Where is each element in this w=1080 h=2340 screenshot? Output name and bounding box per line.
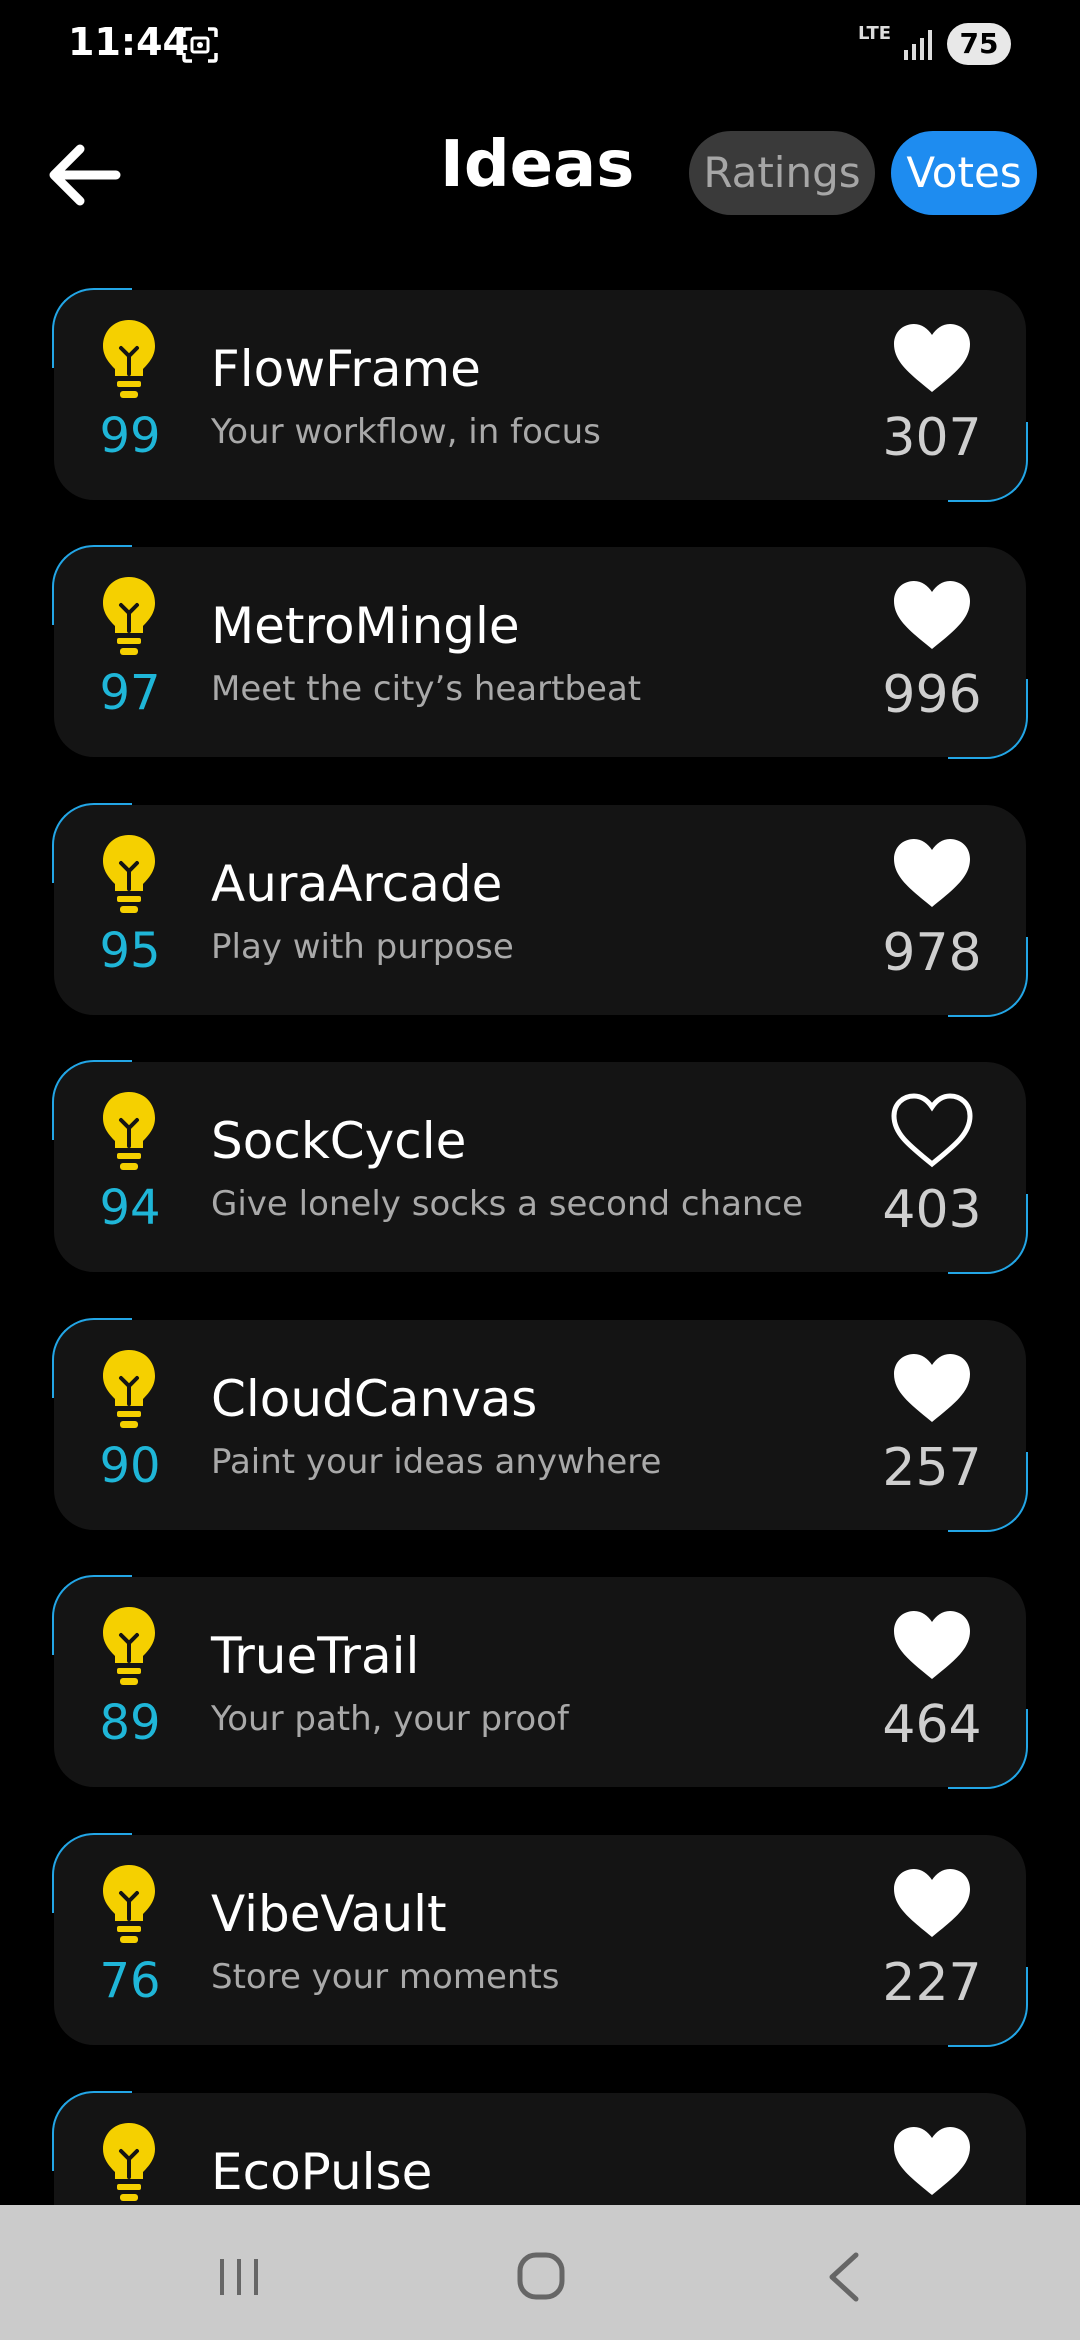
idea-name: VibeVault: [211, 1885, 447, 1943]
lightbulb-icon: [103, 1865, 155, 1943]
idea-tagline: Store your moments: [211, 1957, 560, 1997]
idea-score: 97: [99, 665, 161, 721]
idea-name: MetroMingle: [211, 597, 520, 655]
lightbulb-icon: [103, 320, 155, 398]
heart-icon[interactable]: [890, 1350, 974, 1426]
lightbulb-icon: [103, 1607, 155, 1685]
lightbulb-icon: [103, 2123, 155, 2201]
idea-score: 95: [99, 923, 161, 979]
idea-card[interactable]: 89 TrueTrail Your path, your proof 464: [52, 1575, 1028, 1789]
vote-count: 996: [882, 665, 982, 725]
idea-name: SockCycle: [211, 1112, 467, 1170]
idea-card[interactable]: 95 AuraArcade Play with purpose 978: [52, 803, 1028, 1017]
vote-count: 464: [882, 1695, 982, 1755]
chevron-left-icon[interactable]: [824, 2251, 864, 2303]
idea-tagline: Paint your ideas anywhere: [211, 1442, 662, 1482]
vote-count: 227: [882, 1953, 982, 2013]
idea-tagline: Your workflow, in focus: [211, 412, 601, 452]
idea-name: TrueTrail: [211, 1627, 420, 1685]
idea-name: CloudCanvas: [211, 1370, 538, 1428]
heart-icon[interactable]: [890, 2123, 974, 2199]
idea-card[interactable]: 90 CloudCanvas Paint your ideas anywhere 25…: [52, 1318, 1028, 1532]
idea-tagline: Your path, your proof: [211, 1699, 569, 1739]
idea-card[interactable]: EcoPulse: [52, 2091, 1026, 2205]
heart-icon[interactable]: [890, 1607, 974, 1683]
heart-icon[interactable]: [890, 320, 974, 396]
heart-icon[interactable]: [890, 835, 974, 911]
idea-name: AuraArcade: [211, 855, 503, 913]
idea-card[interactable]: 76 VibeVault Store your moments 227: [52, 1833, 1028, 2047]
idea-tagline: Play with purpose: [211, 927, 514, 967]
idea-card[interactable]: 99 FlowFrame Your workflow, in focus 307: [52, 288, 1028, 502]
idea-score: 89: [99, 1695, 161, 1751]
lightbulb-icon: [103, 1092, 155, 1170]
idea-score: 76: [99, 1953, 161, 2009]
idea-card[interactable]: 97 MetroMingle Meet the city’s heartbeat 99…: [52, 545, 1028, 759]
idea-tagline: Meet the city’s heartbeat: [211, 669, 642, 709]
home-icon[interactable]: [516, 2251, 566, 2301]
idea-card[interactable]: 94 SockCycle Give lonely socks a second ch…: [52, 1060, 1028, 1274]
lightbulb-icon: [103, 577, 155, 655]
lightbulb-icon: [103, 835, 155, 913]
lightbulb-icon: [103, 1350, 155, 1428]
ideas-list: 99 FlowFrame Your workflow, in focus 307 97 M…: [0, 0, 1080, 2205]
vote-count: 307: [882, 408, 982, 468]
heart-icon[interactable]: [890, 577, 974, 653]
vote-count: 257: [882, 1438, 982, 1498]
idea-score: 99: [99, 408, 161, 464]
idea-tagline: Give lonely socks a second chance: [211, 1184, 804, 1224]
heart-icon[interactable]: [890, 1865, 974, 1941]
idea-name: EcoPulse: [211, 2143, 433, 2201]
idea-score: 90: [99, 1438, 161, 1494]
vote-count: 978: [882, 923, 982, 983]
recents-icon[interactable]: [214, 2255, 264, 2299]
heart-icon[interactable]: [890, 1092, 974, 1168]
idea-score: 94: [99, 1180, 161, 1236]
idea-name: FlowFrame: [211, 340, 481, 398]
vote-count: 403: [882, 1180, 982, 1240]
system-nav-bar: [0, 2205, 1080, 2340]
